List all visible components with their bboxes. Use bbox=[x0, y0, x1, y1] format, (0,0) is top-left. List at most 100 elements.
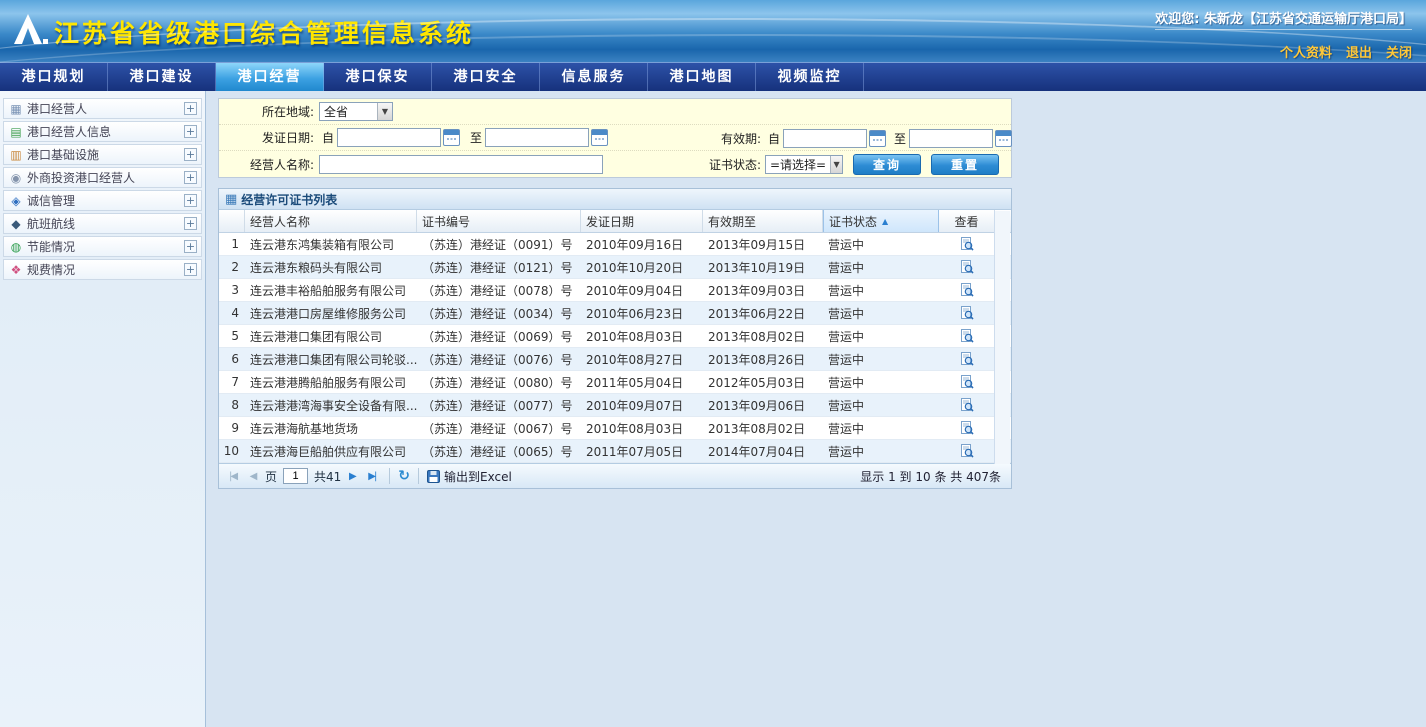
tab-port-construction[interactable]: 港口建设 bbox=[108, 63, 216, 92]
sidebar-item-foreign-invested-operators[interactable]: 外商投资港口经营人 + bbox=[3, 167, 202, 188]
table-row[interactable]: 4 连云港港口房屋维修服务公司 （苏连）港经证（0034）号 2010年06月2… bbox=[219, 302, 1011, 325]
view-record-button[interactable] bbox=[959, 282, 975, 298]
view-record-button[interactable] bbox=[959, 420, 975, 436]
table-row[interactable]: 10 连云港海巨船舶供应有限公司 （苏连）港经证（0065）号 2011年07月… bbox=[219, 440, 1011, 463]
view-record-button[interactable] bbox=[959, 397, 975, 413]
tab-port-map[interactable]: 港口地图 bbox=[648, 63, 756, 92]
app-logo-icon bbox=[10, 10, 50, 50]
region-select[interactable]: 全省 ▼ bbox=[319, 102, 393, 121]
calendar-icon[interactable] bbox=[869, 130, 886, 147]
view-cell bbox=[939, 279, 995, 301]
calendar-icon[interactable] bbox=[995, 130, 1012, 147]
validity-label: 有效期: bbox=[707, 130, 765, 147]
table-row[interactable]: 8 连云港港湾海事安全设备有限... （苏连）港经证（0077）号 2010年0… bbox=[219, 394, 1011, 417]
row-number: 5 bbox=[219, 325, 245, 347]
reset-button[interactable]: 重置 bbox=[931, 154, 999, 175]
table-row[interactable]: 2 连云港东粮码头有限公司 （苏连）港经证（0121）号 2010年10月20日… bbox=[219, 256, 1011, 279]
grid-body: 1 连云港东鸿集装箱有限公司 （苏连）港经证（0091）号 2010年09月16… bbox=[219, 233, 1011, 463]
close-link[interactable]: 关闭 bbox=[1386, 42, 1412, 61]
sidebar-item-port-operators[interactable]: 港口经营人+ bbox=[3, 98, 202, 119]
calendar-icon[interactable] bbox=[443, 129, 460, 146]
sidebar-menu: 港口经营人+港口经营人信息+港口基础设施+外商投资港口经营人+诚信管理+航班航线… bbox=[0, 91, 206, 727]
tab-port-security[interactable]: 港口保安 bbox=[324, 63, 432, 92]
expand-plus-button[interactable]: + bbox=[184, 194, 197, 207]
cert-status-select[interactable]: =请选择= ▼ bbox=[765, 155, 843, 174]
table-row[interactable]: 9 连云港海航基地货场 （苏连）港经证（0067）号 2010年08月03日 2… bbox=[219, 417, 1011, 440]
content-area: 港口经营人+港口经营人信息+港口基础设施+外商投资港口经营人+诚信管理+航班航线… bbox=[0, 91, 1426, 727]
validity-from-input[interactable] bbox=[783, 129, 867, 148]
valid-until-cell: 2013年09月15日 bbox=[703, 233, 823, 255]
issue-date-from-input[interactable] bbox=[337, 128, 441, 147]
valid-until-cell: 2013年09月06日 bbox=[703, 394, 823, 416]
sidebar-item-shipping-routes[interactable]: 航班航线+ bbox=[3, 213, 202, 234]
operator-name-input[interactable] bbox=[319, 155, 603, 174]
prev-page-button[interactable]: ◀ bbox=[245, 468, 262, 485]
table-row[interactable]: 5 连云港港口集团有限公司 （苏连）港经证（0069）号 2010年08月03日… bbox=[219, 325, 1011, 348]
pager-divider bbox=[418, 468, 419, 484]
view-record-button[interactable] bbox=[959, 305, 975, 321]
col-operator-name[interactable]: 经营人名称 bbox=[245, 210, 417, 232]
sidebar-item-energy-saving[interactable]: 节能情况+ bbox=[3, 236, 202, 257]
view-record-button[interactable] bbox=[959, 351, 975, 367]
last-page-button[interactable]: ▶| bbox=[364, 468, 381, 485]
sidebar-item-integrity-management[interactable]: 诚信管理+ bbox=[3, 190, 202, 211]
col-cert-no[interactable]: 证书编号 bbox=[417, 210, 581, 232]
validity-group: 有效期: 自 至 bbox=[707, 125, 1012, 151]
sidebar-item-label: 规费情况 bbox=[27, 261, 75, 278]
profile-link[interactable]: 个人资料 bbox=[1280, 42, 1332, 61]
tab-information-service[interactable]: 信息服务 bbox=[540, 63, 648, 92]
table-row[interactable]: 6 连云港港口集团有限公司轮驳... （苏连）港经证（0076）号 2010年0… bbox=[219, 348, 1011, 371]
tab-video-monitoring[interactable]: 视频监控 bbox=[756, 63, 864, 92]
view-magnifier-icon bbox=[960, 260, 974, 274]
table-row[interactable]: 1 连云港东鸿集装箱有限公司 （苏连）港经证（0091）号 2010年09月16… bbox=[219, 233, 1011, 256]
query-button[interactable]: 查询 bbox=[853, 154, 921, 175]
table-row[interactable]: 7 连云港港腾船舶服务有限公司 （苏连）港经证（0080）号 2011年05月0… bbox=[219, 371, 1011, 394]
expand-plus-button[interactable]: + bbox=[184, 125, 197, 138]
view-record-button[interactable] bbox=[959, 259, 975, 275]
tab-port-planning[interactable]: 港口规划 bbox=[0, 63, 108, 92]
validity-to-input[interactable] bbox=[909, 129, 993, 148]
chevron-down-icon: ▼ bbox=[377, 103, 392, 120]
issue-date-to-input[interactable] bbox=[485, 128, 589, 147]
tab-port-safety[interactable]: 港口安全 bbox=[432, 63, 540, 92]
expand-plus-button[interactable]: + bbox=[184, 263, 197, 276]
col-valid-until[interactable]: 有效期至 bbox=[703, 210, 823, 232]
grid-title: 经营许可证书列表 bbox=[241, 191, 337, 208]
view-record-button[interactable] bbox=[959, 236, 975, 252]
expand-plus-button[interactable]: + bbox=[184, 171, 197, 184]
table-row[interactable]: 3 连云港丰裕船舶服务有限公司 （苏连）港经证（0078）号 2010年09月0… bbox=[219, 279, 1011, 302]
first-page-button[interactable]: |◀ bbox=[225, 468, 242, 485]
view-record-button[interactable] bbox=[959, 443, 975, 459]
view-magnifier-icon bbox=[960, 352, 974, 366]
view-magnifier-icon bbox=[960, 375, 974, 389]
sidebar-item-port-infrastructure[interactable]: 港口基础设施+ bbox=[3, 144, 202, 165]
operator-name-cell: 连云港东粮码头有限公司 bbox=[245, 256, 417, 278]
cert-status-cell: 营运中 bbox=[823, 348, 939, 370]
next-page-button[interactable]: ▶ bbox=[344, 468, 361, 485]
grid-title-bar: ▦ 经营许可证书列表 bbox=[219, 189, 1011, 210]
view-record-button[interactable] bbox=[959, 328, 975, 344]
valid-until-cell: 2013年08月02日 bbox=[703, 417, 823, 439]
sidebar-item-label: 外商投资港口经营人 bbox=[27, 169, 135, 186]
refresh-icon[interactable]: ↻ bbox=[398, 469, 410, 483]
view-record-button[interactable] bbox=[959, 374, 975, 390]
sidebar-item-port-operator-info[interactable]: 港口经营人信息+ bbox=[3, 121, 202, 142]
sidebar-item-fees[interactable]: 规费情况 + bbox=[3, 259, 202, 280]
total-pages-label: 共41 bbox=[314, 468, 341, 485]
view-cell bbox=[939, 325, 995, 347]
calendar-icon[interactable] bbox=[591, 129, 608, 146]
tab-port-operation[interactable]: 港口经营 bbox=[216, 63, 324, 92]
expand-plus-button[interactable]: + bbox=[184, 148, 197, 161]
row-number: 2 bbox=[219, 256, 245, 278]
expand-plus-button[interactable]: + bbox=[184, 240, 197, 253]
col-issue-date[interactable]: 发证日期 bbox=[581, 210, 703, 232]
export-excel-button[interactable]: 输出到Excel bbox=[427, 468, 512, 485]
expand-plus-button[interactable]: + bbox=[184, 217, 197, 230]
scrollbar-track[interactable] bbox=[994, 211, 1010, 464]
valid-until-cell: 2014年07月04日 bbox=[703, 440, 823, 462]
page-number-input[interactable] bbox=[283, 468, 308, 484]
expand-plus-button[interactable]: + bbox=[184, 102, 197, 115]
logout-link[interactable]: 退出 bbox=[1346, 42, 1372, 61]
col-cert-status[interactable]: 证书状态 ▲ bbox=[823, 210, 939, 232]
issue-date-cell: 2010年08月03日 bbox=[581, 325, 703, 347]
